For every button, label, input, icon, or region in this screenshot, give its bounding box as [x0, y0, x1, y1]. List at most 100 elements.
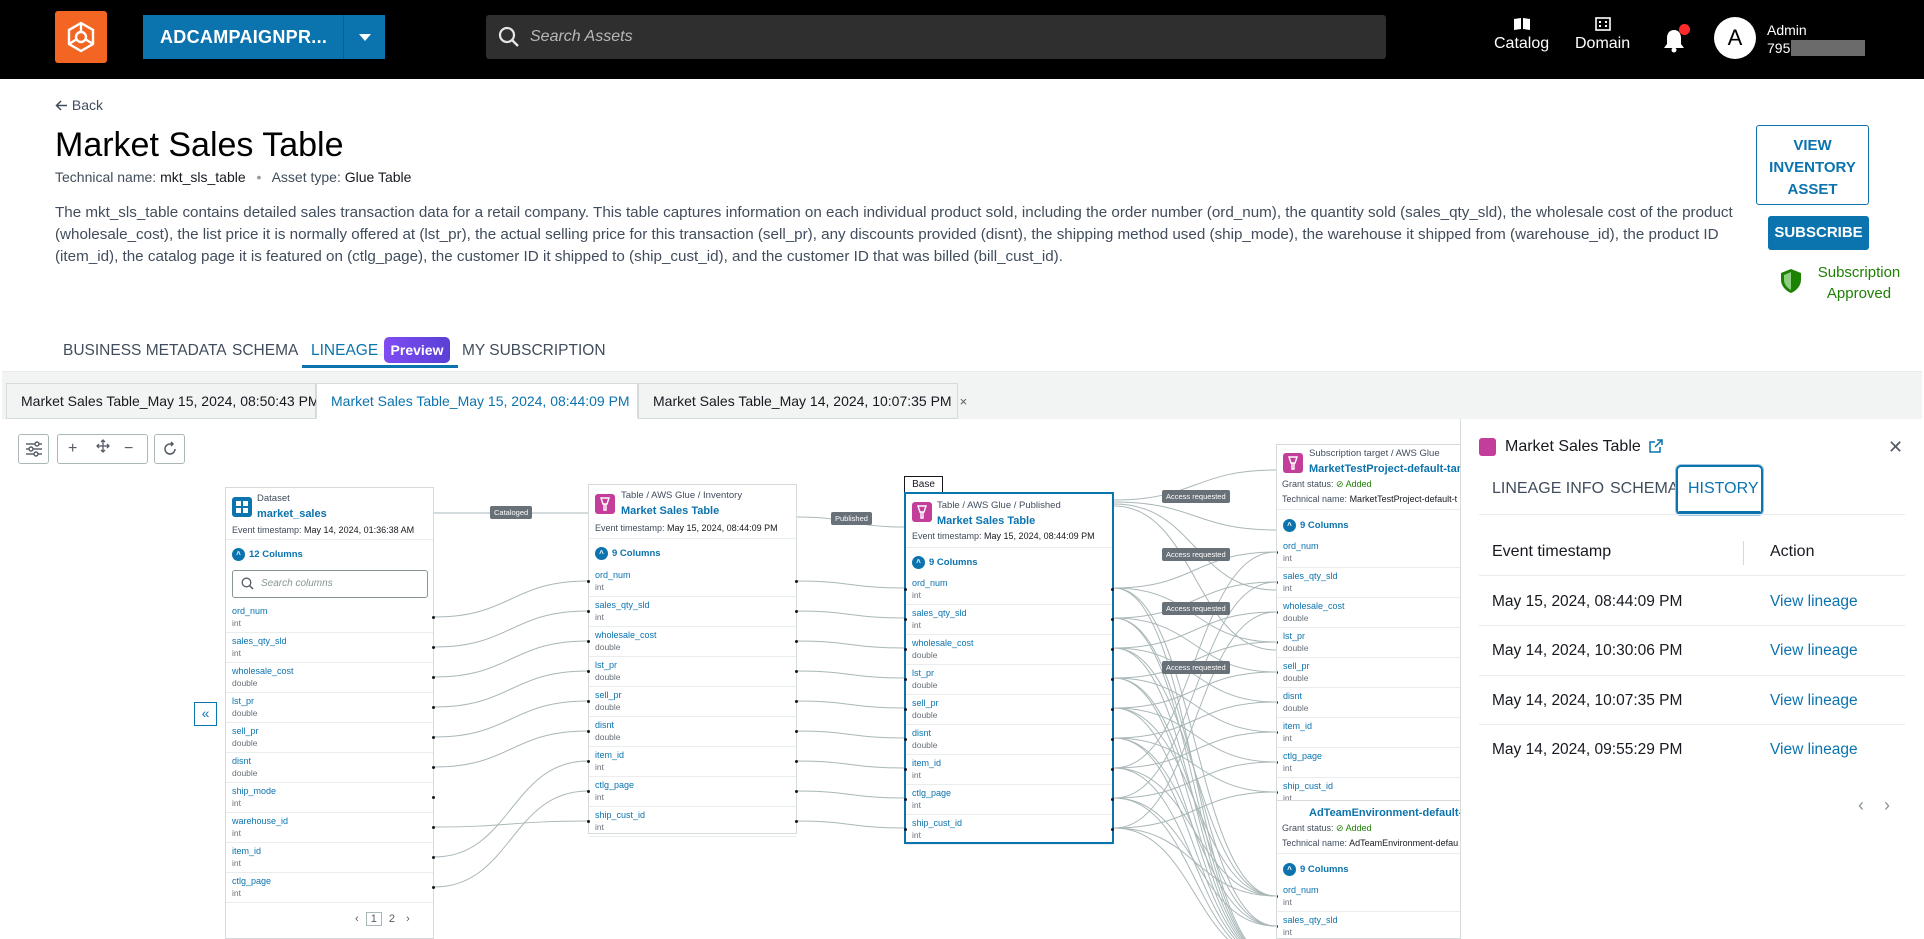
- settings-sliders-icon[interactable]: [18, 434, 49, 464]
- column-row[interactable]: item_id int: [904, 755, 1114, 785]
- column-row[interactable]: sales_qty_sld int: [587, 597, 798, 627]
- pager-prev[interactable]: ‹: [355, 913, 359, 925]
- column-type: int: [1283, 553, 1292, 563]
- subscribe-button[interactable]: SUBSCRIBE: [1768, 216, 1869, 250]
- column-row[interactable]: ship_cust_id int: [587, 807, 798, 837]
- node-name[interactable]: MarketTestProject-default-targ: [1309, 463, 1465, 475]
- view-lineage-link[interactable]: View lineage: [1770, 642, 1858, 660]
- pager-page-2[interactable]: 2: [389, 913, 395, 925]
- node-timestamp-value: May 15, 2024, 08:44:09 PM: [984, 531, 1095, 541]
- column-row[interactable]: wholesale_cost double: [1277, 598, 1465, 628]
- node-type: Dataset: [257, 493, 290, 504]
- column-row[interactable]: ship_cust_id int: [904, 815, 1114, 845]
- external-link-icon[interactable]: [1649, 439, 1663, 453]
- column-row[interactable]: sell_pr double: [904, 695, 1114, 725]
- column-row[interactable]: lst_pr double: [226, 693, 435, 723]
- nav-domain[interactable]: Domain: [1575, 17, 1630, 53]
- lineage-edge: [1113, 827, 1229, 939]
- column-row[interactable]: ctlg_page int: [587, 777, 798, 807]
- columns-toggle[interactable]: ^ 9 Columns: [1283, 519, 1349, 532]
- column-row[interactable]: disnt double: [1277, 688, 1465, 718]
- chevron-right-icon[interactable]: ›: [1884, 795, 1890, 816]
- fit-icon[interactable]: [96, 439, 110, 458]
- panel-title[interactable]: Market Sales Table: [1505, 438, 1663, 456]
- tab-lineage-info[interactable]: LINEAGE INFO: [1492, 480, 1604, 498]
- column-row[interactable]: ord_num int: [904, 575, 1114, 605]
- column-row[interactable]: sell_pr double: [587, 687, 798, 717]
- node-timestamp: Event timestamp: May 15, 2024, 08:44:09 …: [595, 523, 778, 533]
- node-dataset[interactable]: Dataset market_sales Event timestamp: Ma…: [225, 487, 435, 939]
- nav-domain-label: Domain: [1575, 35, 1631, 52]
- pager-next[interactable]: ›: [406, 913, 410, 925]
- column-row[interactable]: lst_pr double: [587, 657, 798, 687]
- view-lineage-link[interactable]: View lineage: [1770, 741, 1858, 759]
- double-chevron-left-icon[interactable]: «: [194, 702, 217, 726]
- search-columns-input[interactable]: Search columns: [232, 570, 428, 598]
- column-row[interactable]: ord_num int: [226, 603, 435, 633]
- view-inventory-asset-button[interactable]: VIEW INVENTORY ASSET: [1756, 125, 1869, 205]
- view-lineage-link[interactable]: View lineage: [1770, 692, 1858, 710]
- column-row[interactable]: lst_pr double: [904, 665, 1114, 695]
- close-icon[interactable]: ✕: [1888, 437, 1903, 458]
- columns-toggle[interactable]: ^ 12 Columns: [232, 548, 303, 561]
- column-row[interactable]: ord_num int: [587, 567, 798, 597]
- lineage-edge: [433, 700, 589, 738]
- column-row[interactable]: disnt double: [587, 717, 798, 747]
- chevron-left-icon[interactable]: ‹: [1858, 795, 1864, 816]
- column-row[interactable]: ctlg_page int: [226, 873, 435, 903]
- lineage-edge: [796, 760, 905, 769]
- avatar[interactable]: A: [1714, 17, 1756, 59]
- column-row[interactable]: wholesale_cost double: [904, 635, 1114, 665]
- column-row[interactable]: sell_pr double: [226, 723, 435, 753]
- columns-toggle[interactable]: ^ 9 Columns: [595, 547, 661, 560]
- node-name[interactable]: AdTeamEnvironment-default-ta: [1309, 807, 1465, 819]
- column-row[interactable]: disnt double: [226, 753, 435, 783]
- column-row[interactable]: item_id int: [587, 747, 798, 777]
- column-row[interactable]: warehouse_id int: [226, 813, 435, 843]
- port-dot: [587, 700, 590, 703]
- column-row[interactable]: ord_num int: [1277, 538, 1465, 568]
- node-name[interactable]: Market Sales Table: [937, 515, 1035, 527]
- column-row[interactable]: sales_qty_sld int: [1277, 912, 1465, 938]
- zoom-in-icon[interactable]: +: [68, 440, 77, 458]
- column-row[interactable]: sales_qty_sld int: [1277, 568, 1465, 598]
- node-inventory[interactable]: Table / AWS Glue / Inventory Market Sale…: [587, 484, 798, 837]
- column-row[interactable]: disnt double: [904, 725, 1114, 755]
- column-row[interactable]: ship_mode int: [226, 783, 435, 813]
- columns-pager[interactable]: ‹ 1 2 ›: [355, 912, 410, 926]
- node-name[interactable]: Market Sales Table: [621, 505, 719, 517]
- column-row[interactable]: sales_qty_sld int: [904, 605, 1114, 635]
- node-subscription-target-2[interactable]: AdTeamEnvironment-default-ta Grant statu…: [1276, 800, 1466, 939]
- tab-history[interactable]: HISTORY: [1688, 480, 1759, 498]
- column-row[interactable]: item_id int: [226, 843, 435, 873]
- pager-page-1[interactable]: 1: [365, 912, 382, 926]
- column-name: disnt: [912, 728, 932, 738]
- column-row[interactable]: sales_qty_sld int: [226, 633, 435, 663]
- column-row[interactable]: ord_num int: [1277, 882, 1465, 912]
- port-dot: [904, 738, 907, 741]
- node-published-base[interactable]: Table / AWS Glue / Published Market Sale…: [904, 492, 1114, 845]
- port-dot: [1277, 551, 1278, 554]
- column-type: double: [1283, 613, 1309, 623]
- zoom-out-icon[interactable]: −: [124, 440, 133, 458]
- columns-toggle[interactable]: ^ 9 Columns: [912, 556, 978, 569]
- port-dot: [795, 700, 798, 703]
- columns-toggle[interactable]: ^ 9 Columns: [1283, 863, 1349, 876]
- columns-count: 9 Columns: [1300, 864, 1349, 876]
- view-lineage-link[interactable]: View lineage: [1770, 593, 1858, 611]
- column-row[interactable]: ctlg_page int: [904, 785, 1114, 815]
- reset-icon[interactable]: [154, 434, 185, 464]
- column-row[interactable]: sell_pr double: [1277, 658, 1465, 688]
- node-subscription-target-1[interactable]: Subscription target / AWS Glue MarketTes…: [1276, 444, 1466, 804]
- column-row[interactable]: item_id int: [1277, 718, 1465, 748]
- nav-catalog[interactable]: Catalog: [1494, 17, 1549, 53]
- node-name[interactable]: market_sales: [257, 508, 327, 520]
- column-row[interactable]: ctlg_page int: [1277, 748, 1465, 778]
- port-dot: [432, 796, 435, 799]
- column-row[interactable]: lst_pr double: [1277, 628, 1465, 658]
- column-name: wholesale_cost: [595, 630, 657, 640]
- lineage-edge: [796, 790, 905, 799]
- column-row[interactable]: wholesale_cost double: [587, 627, 798, 657]
- tab-panel-schema[interactable]: SCHEMA: [1610, 480, 1678, 498]
- column-row[interactable]: wholesale_cost double: [226, 663, 435, 693]
